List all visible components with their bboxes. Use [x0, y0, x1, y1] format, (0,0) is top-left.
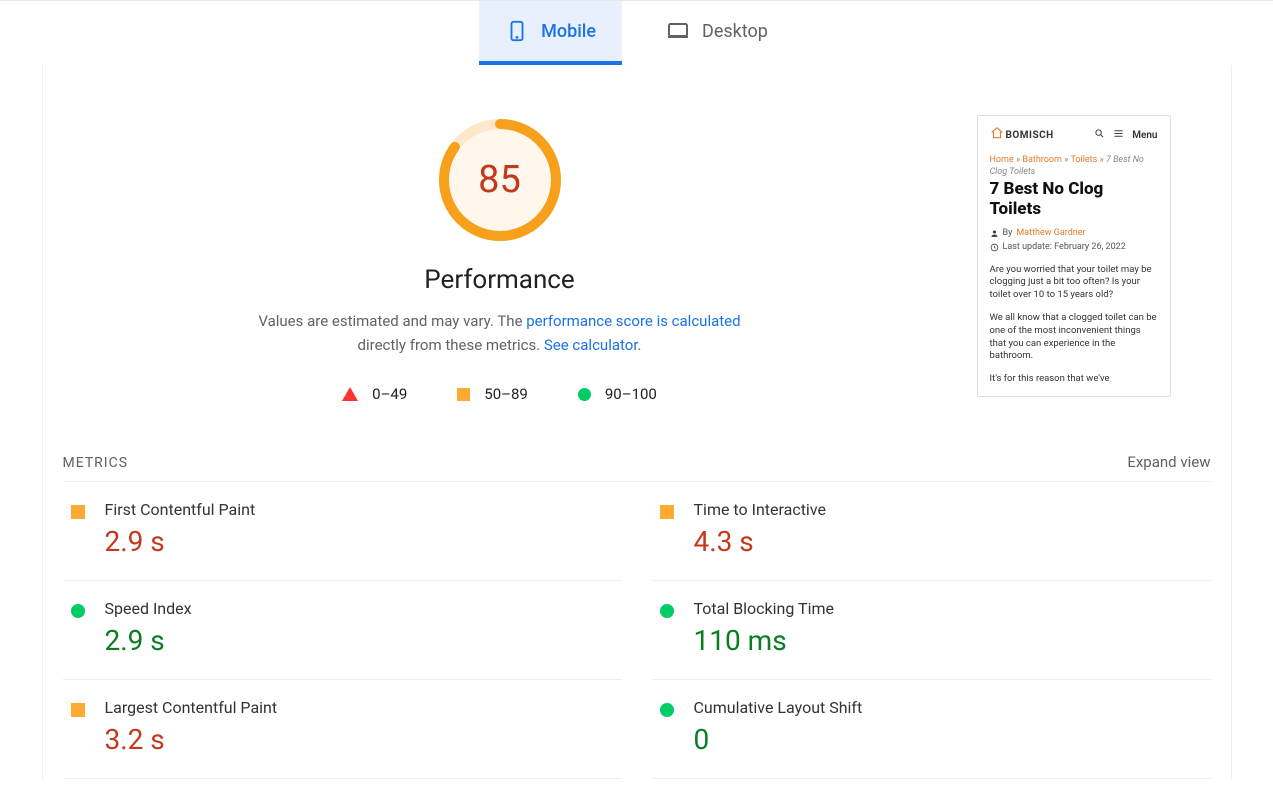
legend-pass-label: 90–100	[605, 385, 657, 403]
preview-author: Matthew Gardner	[1016, 227, 1085, 239]
square-icon	[71, 505, 85, 519]
tab-desktop[interactable]: Desktop	[640, 1, 794, 65]
desktop-icon	[666, 19, 690, 43]
bc-toilets: Toilets	[1070, 155, 1097, 165]
bc-home: Home	[990, 155, 1014, 165]
metric-si-name: Speed Index	[105, 599, 192, 618]
tab-desktop-label: Desktop	[702, 21, 768, 42]
preview-h1: 7 Best No Clog Toilets	[990, 180, 1158, 219]
perf-text-2: directly from these metrics.	[358, 336, 544, 354]
mobile-icon	[505, 19, 529, 43]
metrics-label: METRICS	[63, 455, 129, 471]
preview-p2: We all know that a clogged toilet can be…	[990, 312, 1158, 363]
preview-by: By	[1003, 227, 1013, 239]
circle-icon	[71, 604, 85, 618]
metric-cls-value: 0	[694, 723, 863, 756]
device-tabs: Mobile Desktop	[0, 1, 1273, 65]
performance-gauge: 85	[435, 115, 565, 245]
preview-logo-text: BOMISCH	[1006, 129, 1054, 143]
score-legend: 0–49 50–89 90–100	[342, 385, 657, 403]
preview-updated: Last update: February 26, 2022	[990, 241, 1158, 253]
metric-lcp-value: 3.2 s	[105, 723, 278, 756]
metric-cls: Cumulative Layout Shift 0	[652, 680, 1211, 779]
legend-pass: 90–100	[578, 385, 657, 403]
tab-mobile-label: Mobile	[541, 21, 596, 42]
legend-average-label: 50–89	[484, 385, 528, 403]
preview-header-right: Menu	[1094, 128, 1157, 144]
preview-byline: By Matthew Gardner	[990, 227, 1158, 239]
gauge-score: 85	[435, 115, 565, 245]
circle-icon	[578, 388, 591, 401]
circle-icon	[660, 604, 674, 618]
preview-p3: It's for this reason that we've	[990, 373, 1158, 386]
metric-tti-name: Time to Interactive	[694, 500, 826, 519]
report-card: 85 Performance Values are estimated and …	[42, 65, 1232, 779]
preview-p1: Are you worried that your toilet may be …	[990, 264, 1158, 302]
perf-text-1: Values are estimated and may vary. The	[258, 312, 526, 330]
user-icon	[990, 229, 999, 238]
perf-calculator-link[interactable]: See calculator	[544, 336, 638, 354]
bc-bathroom: Bathroom	[1022, 155, 1062, 165]
hero-section: 85 Performance Values are estimated and …	[63, 115, 1211, 403]
metrics-header: METRICS Expand view	[63, 453, 1211, 481]
metric-lcp-name: Largest Contentful Paint	[105, 698, 278, 717]
legend-fail: 0–49	[342, 385, 407, 403]
metric-fcp-name: First Contentful Paint	[105, 500, 256, 519]
expand-view-button[interactable]: Expand view	[1127, 453, 1210, 471]
triangle-icon	[342, 387, 358, 401]
metric-si-value: 2.9 s	[105, 624, 192, 657]
square-icon	[660, 505, 674, 519]
square-icon	[71, 703, 85, 717]
performance-description: Values are estimated and may vary. The p…	[240, 309, 760, 357]
performance-title: Performance	[424, 265, 574, 295]
metric-tbt-name: Total Blocking Time	[694, 599, 834, 618]
tab-mobile[interactable]: Mobile	[479, 1, 622, 65]
preview-breadcrumb: Home » Bathroom » Toilets » 7 Best No Cl…	[990, 154, 1158, 178]
metric-lcp: Largest Contentful Paint 3.2 s	[63, 680, 622, 779]
perf-score-link[interactable]: performance score is calculated	[526, 312, 740, 330]
metrics-grid: First Contentful Paint 2.9 s Time to Int…	[63, 481, 1211, 779]
preview-logo: BOMISCH	[990, 126, 1054, 146]
hero-summary: 85 Performance Values are estimated and …	[63, 115, 937, 403]
metric-fcp: First Contentful Paint 2.9 s	[63, 482, 622, 581]
legend-fail-label: 0–49	[372, 385, 407, 403]
metric-tbt: Total Blocking Time 110 ms	[652, 581, 1211, 680]
metric-tti: Time to Interactive 4.3 s	[652, 482, 1211, 581]
metric-si: Speed Index 2.9 s	[63, 581, 622, 680]
hamburger-icon	[1113, 128, 1124, 144]
square-icon	[457, 388, 470, 401]
preview-updated-text: Last update: February 26, 2022	[1003, 241, 1126, 253]
clock-icon	[990, 243, 999, 252]
legend-average: 50–89	[457, 385, 528, 403]
house-icon	[990, 126, 1004, 146]
metric-tti-value: 4.3 s	[694, 525, 826, 558]
metric-fcp-value: 2.9 s	[105, 525, 256, 558]
metric-tbt-value: 110 ms	[694, 624, 834, 657]
preview-menu-label: Menu	[1132, 129, 1157, 143]
circle-icon	[660, 703, 674, 717]
page-preview: BOMISCH Menu Home » Bathroom » Toi	[977, 115, 1171, 397]
metric-cls-name: Cumulative Layout Shift	[694, 698, 863, 717]
search-icon	[1094, 128, 1105, 144]
preview-header: BOMISCH Menu	[990, 126, 1158, 146]
